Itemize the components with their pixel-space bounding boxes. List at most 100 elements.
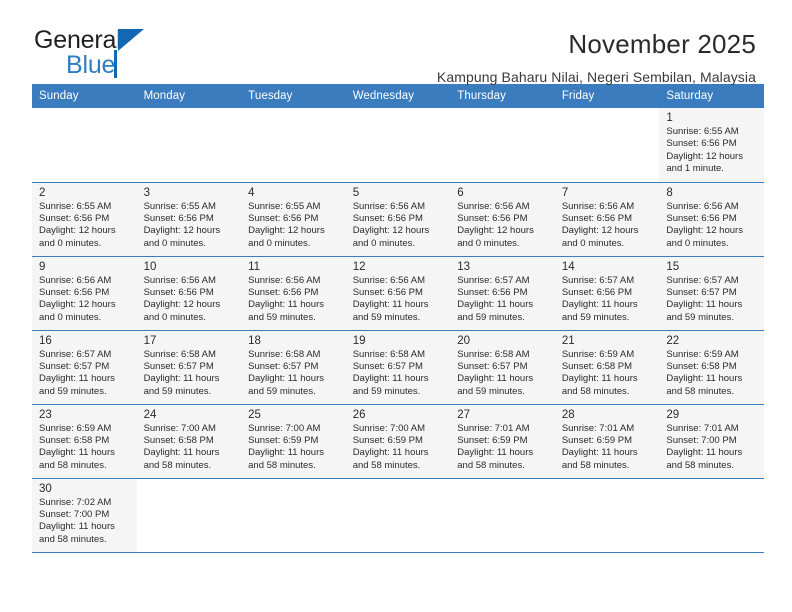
day-sun-info: Sunrise: 6:55 AM Sunset: 6:56 PM Daylight:… — [144, 201, 236, 251]
calendar-day-cell-empty — [345, 478, 451, 553]
calendar-day-cell[interactable]: 7 Sunrise: 6:56 AM Sunset: 6:56 PM Daylight… — [554, 182, 660, 257]
sunset-text: Sunset: 6:57 PM — [39, 360, 110, 372]
daylight-text-line2: and 58 minutes. — [666, 385, 734, 397]
calendar-day-cell[interactable]: 30 Sunrise: 7:02 AM Sunset: 7:00 PM Dayligh… — [32, 478, 137, 553]
calendar-day-cell[interactable]: 20 Sunrise: 6:58 AM Sunset: 6:57 PM Dayligh… — [450, 330, 555, 405]
calendar-day-cell[interactable]: 27 Sunrise: 7:01 AM Sunset: 6:59 PM Dayligh… — [450, 404, 555, 479]
month-calendar-table: Sunday Monday Tuesday Wednesday Thursday… — [32, 84, 764, 553]
weekday-header-friday: Friday — [554, 84, 660, 108]
day-number: 17 — [143, 334, 157, 347]
calendar-day-cell[interactable]: 16 Sunrise: 6:57 AM Sunset: 6:57 PM Dayligh… — [32, 330, 137, 405]
day-sun-info: Sunrise: 6:56 AM Sunset: 6:56 PM Daylight:… — [39, 275, 131, 325]
daylight-text-line2: and 58 minutes. — [666, 459, 734, 471]
day-cell-content: 16 Sunrise: 6:57 AM Sunset: 6:57 PM Dayligh… — [32, 331, 137, 403]
day-cell-content: 13 Sunrise: 6:57 AM Sunset: 6:56 PM Dayligh… — [450, 257, 555, 329]
calendar-day-cell[interactable]: 3 Sunrise: 6:55 AM Sunset: 6:56 PM Daylight… — [136, 182, 242, 257]
general-blue-logo[interactable]: General Blue — [34, 28, 154, 80]
calendar-day-cell[interactable]: 25 Sunrise: 7:00 AM Sunset: 6:59 PM Dayligh… — [241, 404, 346, 479]
weekday-header-thursday: Thursday — [450, 84, 555, 108]
sunrise-text: Sunrise: 6:57 AM — [561, 274, 635, 286]
calendar-day-cell[interactable]: 22 Sunrise: 6:59 AM Sunset: 6:58 PM Dayligh… — [659, 330, 764, 405]
calendar-day-cell[interactable]: 17 Sunrise: 6:58 AM Sunset: 6:57 PM Dayligh… — [136, 330, 242, 405]
daylight-text-line2: and 58 minutes. — [248, 459, 316, 471]
calendar-day-cell[interactable]: 14 Sunrise: 6:57 AM Sunset: 6:56 PM Dayligh… — [554, 256, 660, 331]
daylight-text-line1: Daylight: 12 hours — [39, 225, 116, 237]
sunrise-text: Sunrise: 6:55 AM — [39, 200, 112, 212]
calendar-day-cell[interactable]: 18 Sunrise: 6:58 AM Sunset: 6:57 PM Dayligh… — [241, 330, 346, 405]
sunrise-text: Sunrise: 6:59 AM — [561, 348, 635, 360]
calendar-day-cell[interactable]: 13 Sunrise: 6:57 AM Sunset: 6:56 PM Dayligh… — [450, 256, 555, 331]
calendar-week-row: 2 Sunrise: 6:55 AM Sunset: 6:56 PM Daylight… — [32, 182, 764, 257]
calendar-day-cell-empty — [241, 108, 346, 183]
day-number: 20 — [457, 334, 471, 347]
day-sun-info: Sunrise: 6:56 AM Sunset: 6:56 PM Daylight:… — [353, 275, 445, 325]
sunrise-text: Sunrise: 7:00 AM — [352, 422, 426, 434]
daylight-text-line2: and 59 minutes. — [248, 385, 316, 397]
daylight-text-line2: and 59 minutes. — [457, 311, 525, 323]
sunset-text: Sunset: 6:56 PM — [143, 212, 214, 224]
calendar-day-cell[interactable]: 5 Sunrise: 6:56 AM Sunset: 6:56 PM Daylight… — [345, 182, 451, 257]
calendar-day-cell[interactable]: 4 Sunrise: 6:55 AM Sunset: 6:56 PM Daylight… — [241, 182, 346, 257]
calendar-day-cell[interactable]: 23 Sunrise: 6:59 AM Sunset: 6:58 PM Dayligh… — [32, 404, 137, 479]
calendar-day-cell[interactable]: 21 Sunrise: 6:59 AM Sunset: 6:58 PM Dayligh… — [554, 330, 660, 405]
day-cell-content: 21 Sunrise: 6:59 AM Sunset: 6:58 PM Dayligh… — [555, 331, 660, 403]
day-sun-info: Sunrise: 6:57 AM Sunset: 6:56 PM Daylight:… — [562, 275, 654, 325]
calendar-day-cell[interactable]: 19 Sunrise: 6:58 AM Sunset: 6:57 PM Dayligh… — [345, 330, 451, 405]
calendar-day-cell[interactable]: 9 Sunrise: 6:56 AM Sunset: 6:56 PM Daylight… — [32, 256, 137, 331]
sunset-text: Sunset: 6:59 PM — [561, 434, 633, 446]
calendar-day-cell[interactable]: 26 Sunrise: 7:00 AM Sunset: 6:59 PM Dayligh… — [345, 404, 451, 479]
daylight-text-line1: Daylight: 12 hours — [248, 225, 325, 237]
day-cell-content: 15 Sunrise: 6:57 AM Sunset: 6:57 PM Dayligh… — [659, 257, 764, 329]
calendar-day-cell[interactable]: 10 Sunrise: 6:56 AM Sunset: 6:56 PM Dayligh… — [136, 256, 242, 331]
sunset-text: Sunset: 6:57 PM — [666, 286, 737, 298]
calendar-day-cell[interactable]: 24 Sunrise: 7:00 AM Sunset: 6:58 PM Dayligh… — [136, 404, 242, 479]
calendar-week-row: 23 Sunrise: 6:59 AM Sunset: 6:58 PM Dayligh… — [32, 404, 764, 479]
day-cell-content: 17 Sunrise: 6:58 AM Sunset: 6:57 PM Dayligh… — [137, 331, 242, 403]
day-cell-content: 8 Sunrise: 6:56 AM Sunset: 6:56 PM Daylight… — [659, 183, 764, 255]
day-number: 3 — [143, 186, 150, 199]
sunrise-text: Sunrise: 6:56 AM — [561, 200, 635, 212]
calendar-day-cell[interactable]: 28 Sunrise: 7:01 AM Sunset: 6:59 PM Dayligh… — [554, 404, 660, 479]
calendar-day-cell[interactable]: 8 Sunrise: 6:56 AM Sunset: 6:56 PM Daylight… — [659, 182, 764, 257]
day-sun-info: Sunrise: 6:56 AM Sunset: 6:56 PM Daylight:… — [248, 275, 340, 325]
daylight-text-line1: Daylight: 11 hours — [666, 373, 743, 385]
calendar-day-cell[interactable]: 11 Sunrise: 6:56 AM Sunset: 6:56 PM Dayligh… — [241, 256, 346, 331]
daylight-text-line1: Daylight: 11 hours — [457, 447, 534, 459]
calendar-day-cell[interactable]: 12 Sunrise: 6:56 AM Sunset: 6:56 PM Dayligh… — [345, 256, 451, 331]
daylight-text-line1: Daylight: 12 hours — [39, 299, 116, 311]
day-sun-info: Sunrise: 6:58 AM Sunset: 6:57 PM Daylight:… — [457, 349, 549, 399]
day-cell-content: 6 Sunrise: 6:56 AM Sunset: 6:56 PM Daylight… — [450, 183, 555, 255]
day-cell-content: 27 Sunrise: 7:01 AM Sunset: 6:59 PM Dayligh… — [450, 405, 555, 477]
day-cell-content: 4 Sunrise: 6:55 AM Sunset: 6:56 PM Daylight… — [241, 183, 346, 255]
calendar-day-cell[interactable]: 1 Sunrise: 6:55 AM Sunset: 6:56 PM Daylight… — [659, 108, 764, 183]
day-sun-info: Sunrise: 6:56 AM Sunset: 6:56 PM Daylight:… — [666, 201, 758, 251]
daylight-text-line1: Daylight: 11 hours — [561, 447, 638, 459]
daylight-text-line1: Daylight: 12 hours — [352, 225, 430, 237]
day-cell-content: 1 Sunrise: 6:55 AM Sunset: 6:56 PM Daylight… — [659, 108, 764, 180]
sunrise-text: Sunrise: 6:58 AM — [248, 348, 321, 360]
sunset-text: Sunset: 7:00 PM — [666, 434, 737, 446]
daylight-text-line2: and 59 minutes. — [248, 311, 316, 323]
day-number: 30 — [39, 482, 52, 495]
day-number: 19 — [352, 334, 366, 347]
daylight-text-line2: and 59 minutes. — [352, 385, 421, 397]
day-number: 1 — [666, 112, 673, 124]
daylight-text-line1: Daylight: 12 hours — [143, 225, 221, 237]
daylight-text-line2: and 59 minutes. — [561, 311, 630, 323]
day-cell-content: 2 Sunrise: 6:55 AM Sunset: 6:56 PM Daylight… — [32, 183, 137, 255]
sunset-text: Sunset: 6:56 PM — [352, 286, 423, 298]
day-cell-content: 14 Sunrise: 6:57 AM Sunset: 6:56 PM Dayligh… — [555, 257, 660, 329]
calendar-day-cell[interactable]: 6 Sunrise: 6:56 AM Sunset: 6:56 PM Daylight… — [450, 182, 555, 257]
daylight-text-line2: and 0 minutes. — [39, 311, 102, 323]
daylight-text-line2: and 59 minutes. — [352, 311, 421, 323]
daylight-text-line1: Daylight: 11 hours — [352, 373, 429, 385]
calendar-page: General Blue November 2025 Kampung Bahar… — [0, 0, 792, 612]
calendar-day-cell-empty — [136, 108, 242, 183]
calendar-day-cell[interactable]: 15 Sunrise: 6:57 AM Sunset: 6:57 PM Dayligh… — [659, 256, 764, 331]
sunset-text: Sunset: 6:56 PM — [561, 286, 633, 298]
calendar-day-cell[interactable]: 2 Sunrise: 6:55 AM Sunset: 6:56 PM Daylight… — [32, 182, 137, 257]
calendar-body: 1 Sunrise: 6:55 AM Sunset: 6:56 PM Daylight… — [32, 108, 764, 553]
weekday-header-wednesday: Wednesday — [345, 84, 451, 108]
daylight-text-line1: Daylight: 12 hours — [143, 299, 221, 311]
calendar-day-cell[interactable]: 29 Sunrise: 7:01 AM Sunset: 7:00 PM Dayligh… — [659, 404, 764, 479]
